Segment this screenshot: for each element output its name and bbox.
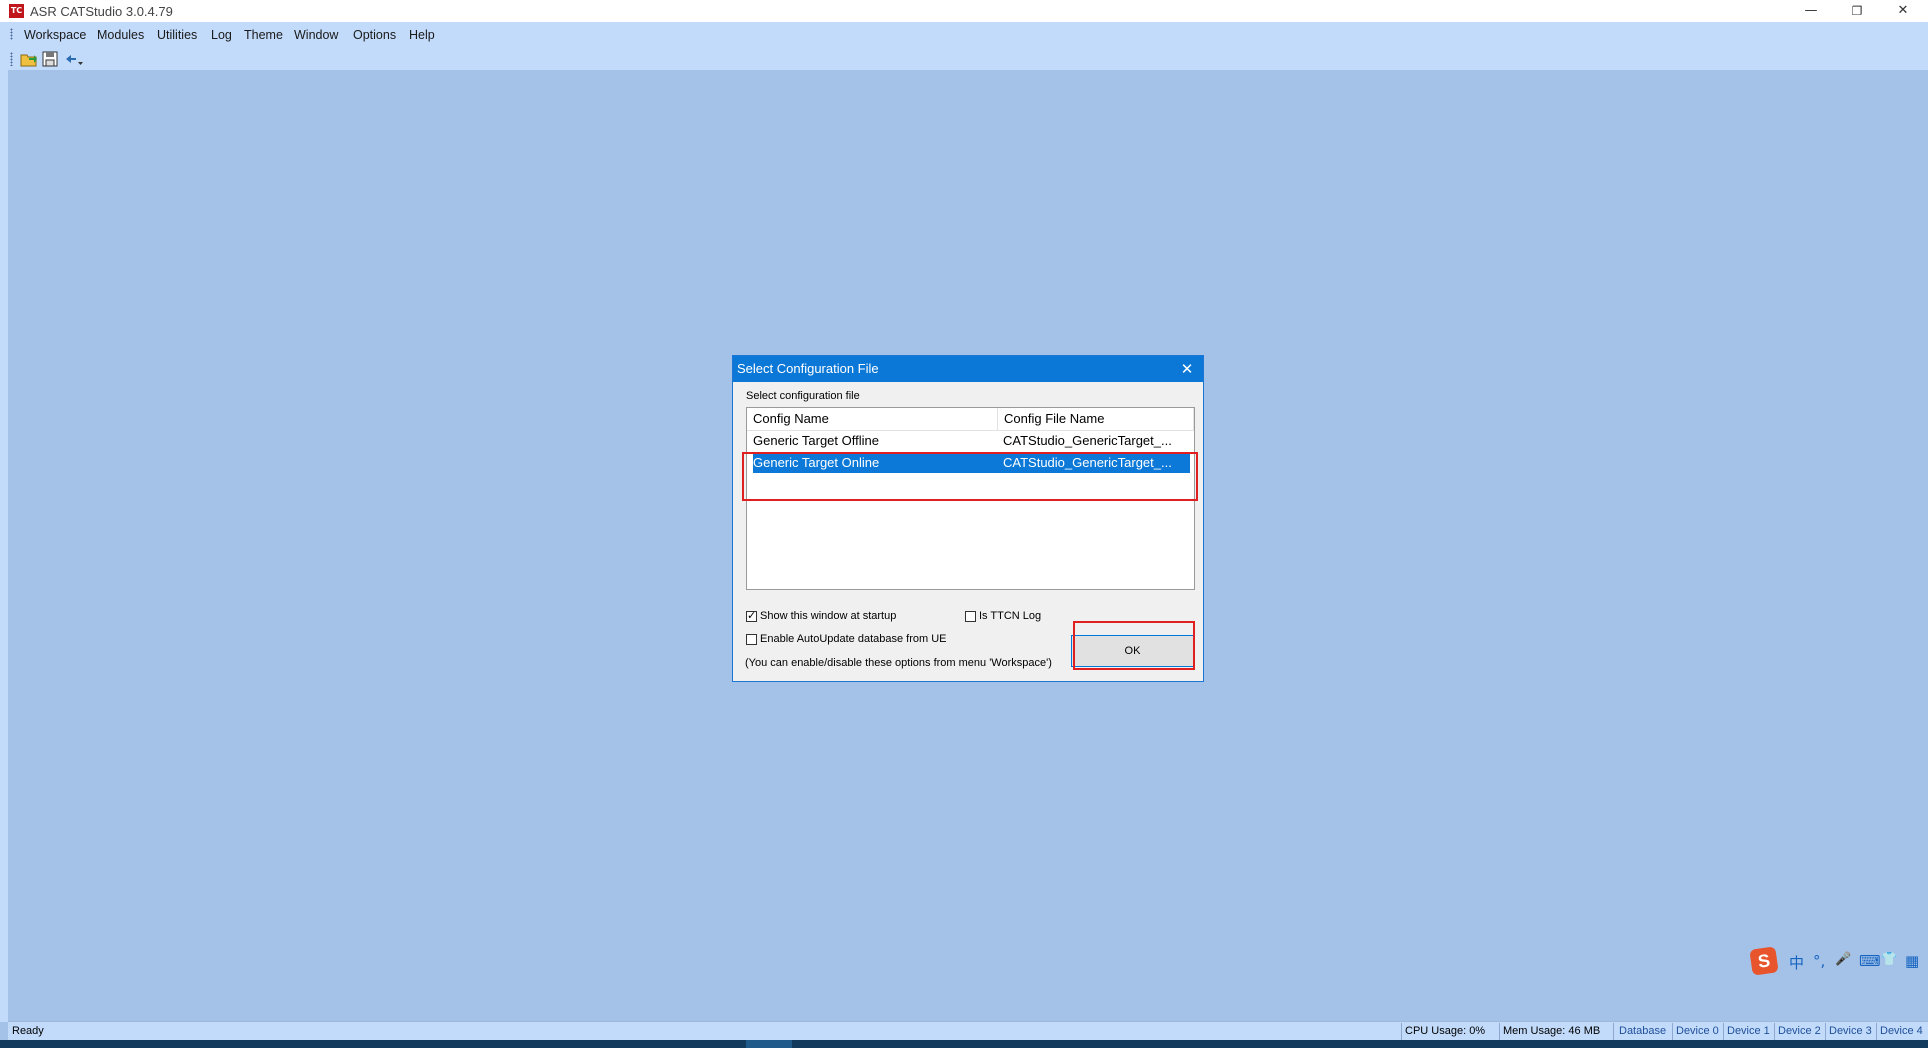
- left-frame-edge: [0, 22, 8, 1022]
- status-divider: [1401, 1023, 1402, 1040]
- show-at-startup-label: Show this window at startup: [760, 610, 897, 622]
- taskbar-active-app[interactable]: [746, 1040, 792, 1048]
- config-name-cell: Generic Target Offline: [753, 433, 879, 448]
- enable-autoupdate-checkbox[interactable]: [746, 634, 757, 645]
- list-header: Config Name Config File Name: [747, 408, 1194, 431]
- chinese-mode-icon[interactable]: 中: [1789, 952, 1804, 973]
- toolbox-icon[interactable]: ▦: [1905, 952, 1919, 970]
- list-item[interactable]: Generic Target Offline CATStudio_Generic…: [747, 431, 1194, 451]
- status-divider: [1672, 1023, 1673, 1040]
- title-bar: TC ASR CATStudio 3.0.4.79 — ❐ ✕: [0, 0, 1928, 22]
- column-config-name[interactable]: Config Name: [747, 408, 998, 430]
- menu-theme[interactable]: Theme: [240, 26, 287, 44]
- menu-options[interactable]: Options: [349, 26, 400, 44]
- show-at-startup-checkbox[interactable]: [746, 609, 757, 622]
- menu-grip[interactable]: [10, 28, 13, 40]
- column-config-file-name[interactable]: Config File Name: [998, 408, 1194, 430]
- highlight-box-selection: [742, 452, 1198, 501]
- status-mem-usage: Mem Usage: 46 MB: [1503, 1025, 1601, 1037]
- menu-bar: Workspace Modules Utilities Log Theme Wi…: [8, 22, 1928, 70]
- app-logo-icon: TC: [9, 4, 24, 18]
- dialog-title: Select Configuration File: [737, 361, 879, 376]
- status-divider: [1613, 1023, 1614, 1040]
- microphone-icon[interactable]: 🎤: [1835, 952, 1851, 967]
- status-device-3[interactable]: Device 3: [1829, 1025, 1872, 1037]
- os-taskbar: [0, 1040, 1928, 1048]
- highlight-box-ok: [1073, 621, 1195, 670]
- punctuation-icon[interactable]: °,: [1813, 952, 1825, 970]
- minimize-button[interactable]: —: [1788, 0, 1834, 22]
- menu-utilities[interactable]: Utilities: [153, 26, 201, 44]
- menu-help[interactable]: Help: [405, 26, 439, 44]
- group-label: Select configuration file: [746, 390, 860, 402]
- status-ready: Ready: [12, 1025, 44, 1037]
- status-divider: [1876, 1023, 1877, 1040]
- skin-icon[interactable]: 👕: [1881, 952, 1897, 967]
- status-divider: [1774, 1023, 1775, 1040]
- menu-log[interactable]: Log: [207, 26, 236, 44]
- open-icon[interactable]: [20, 50, 38, 68]
- status-bar: Ready CPU Usage: 0% Mem Usage: 46 MB Dat…: [8, 1021, 1928, 1041]
- config-file-cell: CATStudio_GenericTarget_...: [1003, 433, 1172, 448]
- toolbar-grip[interactable]: [10, 52, 13, 66]
- status-divider: [1723, 1023, 1724, 1040]
- status-cpu-usage: CPU Usage: 0%: [1405, 1025, 1486, 1037]
- status-divider: [1499, 1023, 1500, 1040]
- is-ttcn-log-label: Is TTCN Log: [979, 610, 1042, 622]
- arrow-dropdown-icon[interactable]: [63, 50, 87, 68]
- window-title: ASR CATStudio 3.0.4.79: [30, 4, 173, 19]
- menu-modules[interactable]: Modules: [93, 26, 148, 44]
- options-note: (You can enable/disable these options fr…: [745, 657, 1052, 669]
- is-ttcn-log-checkbox[interactable]: [965, 611, 976, 622]
- menu-window[interactable]: Window: [290, 26, 342, 44]
- menu-workspace[interactable]: Workspace: [20, 26, 90, 44]
- status-device-0[interactable]: Device 0: [1676, 1025, 1719, 1037]
- status-divider: [1825, 1023, 1826, 1040]
- status-device-4[interactable]: Device 4: [1880, 1025, 1923, 1037]
- save-icon[interactable]: [41, 50, 59, 68]
- sogou-logo-icon[interactable]: S: [1749, 946, 1779, 976]
- keyboard-icon[interactable]: ⌨: [1859, 952, 1881, 970]
- select-config-dialog: Select Configuration File ✕ Select confi…: [732, 355, 1204, 682]
- dialog-close-button[interactable]: ✕: [1177, 356, 1197, 382]
- enable-autoupdate-label: Enable AutoUpdate database from UE: [760, 633, 947, 645]
- close-window-button[interactable]: ✕: [1880, 0, 1926, 22]
- restore-button[interactable]: ❐: [1834, 0, 1880, 22]
- dialog-title-bar[interactable]: Select Configuration File ✕: [733, 356, 1203, 382]
- status-device-1[interactable]: Device 1: [1727, 1025, 1770, 1037]
- status-database[interactable]: Database: [1619, 1025, 1666, 1037]
- status-device-2[interactable]: Device 2: [1778, 1025, 1821, 1037]
